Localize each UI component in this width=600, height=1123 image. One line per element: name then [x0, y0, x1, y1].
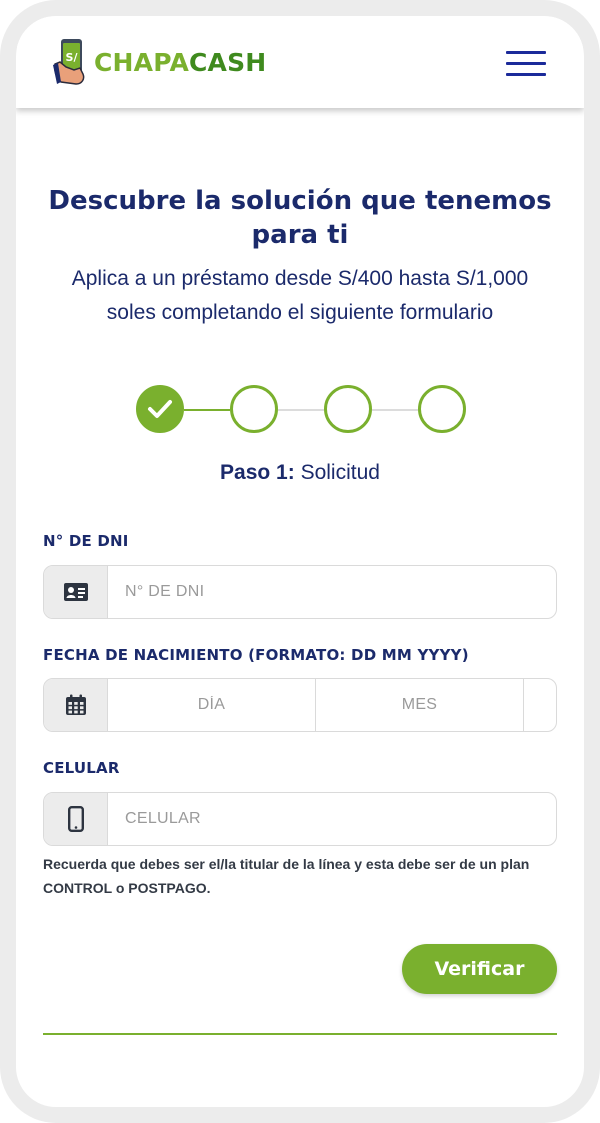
page-subtitle: Aplica a un préstamo desde S/400 hasta S… — [71, 267, 529, 324]
step-connector-1 — [184, 409, 230, 411]
verify-button[interactable]: Verificar — [402, 944, 557, 994]
step-1-completed — [136, 385, 184, 433]
step-connector-2 — [278, 409, 324, 411]
footer-divider — [43, 1033, 557, 1035]
birth-month-input[interactable] — [316, 679, 524, 731]
checkmark-icon — [148, 400, 172, 418]
calendar-icon — [44, 679, 108, 731]
phone-in-hand-logo-icon: S/ — [53, 39, 85, 85]
mobile-phone-icon — [44, 793, 108, 845]
step-4 — [418, 385, 466, 433]
dni-input[interactable] — [108, 566, 556, 618]
birthdate-input-group — [43, 678, 557, 732]
birth-day-input[interactable] — [108, 679, 316, 731]
step-2 — [230, 385, 278, 433]
logo-currency: S/ — [66, 51, 79, 64]
birth-year-input[interactable] — [524, 679, 556, 731]
phone-input[interactable] — [108, 793, 556, 845]
step-connector-3 — [372, 409, 418, 411]
phone-requirement-note: Recuerda que debes ser el/la titular de … — [43, 856, 530, 896]
screen: S/ CHAPACASH Descubre la solución que te… — [16, 16, 584, 1107]
current-step-label: Paso 1: Solicitud — [220, 461, 380, 484]
birthdate-label: FECHA DE NACIMIENTO (FORMATO: DD MM YYYY… — [43, 646, 469, 664]
brand-logo[interactable]: S/ CHAPACASH — [52, 38, 266, 86]
hamburger-menu-icon[interactable] — [506, 51, 546, 77]
page-title: Descubre la solución que tenemos para ti — [48, 186, 552, 250]
top-header: S/ CHAPACASH — [16, 16, 584, 108]
progress-stepper — [136, 384, 466, 436]
phone-input-group — [43, 792, 557, 846]
dni-input-group — [43, 565, 557, 619]
brand-name: CHAPACASH — [94, 47, 267, 77]
phone-label: CELULAR — [43, 759, 120, 777]
dni-label: N° DE DNI — [43, 532, 129, 550]
id-card-icon — [44, 566, 108, 618]
step-3 — [324, 385, 372, 433]
